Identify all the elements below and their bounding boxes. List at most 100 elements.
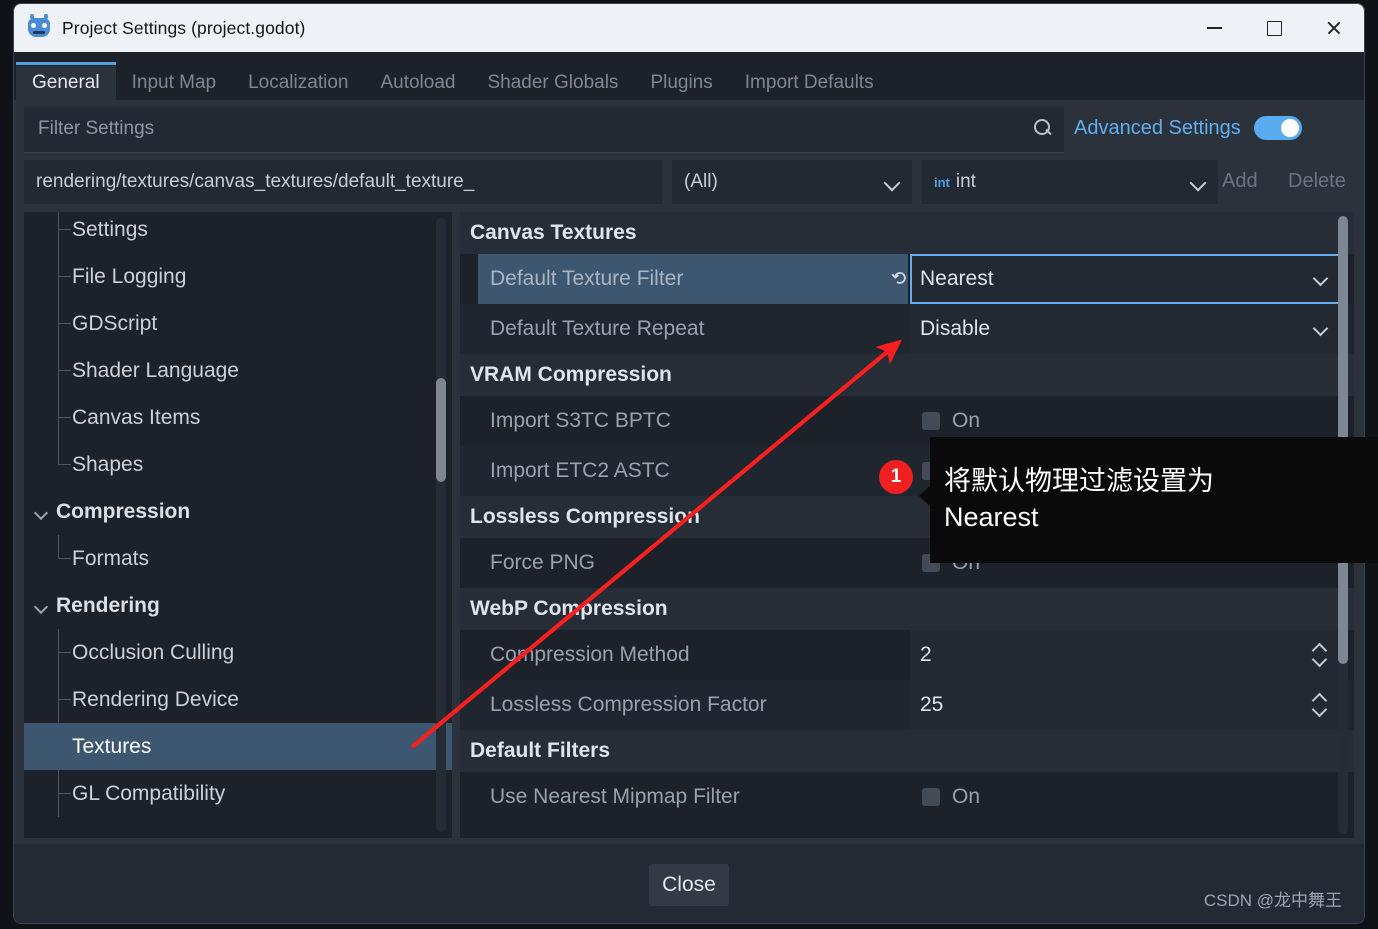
sidebar-item-label: Canvas Items (72, 405, 201, 429)
tree-scrollbar[interactable] (436, 218, 446, 832)
section-label: VRAM Compression (470, 363, 672, 386)
sidebar-item-shapes[interactable]: Shapes (24, 441, 452, 488)
property-value: 2 (920, 643, 932, 666)
tree-guide-line (58, 212, 59, 253)
property-section-header: WebP Compression (460, 588, 1354, 630)
tab-localization[interactable]: Localization (232, 66, 364, 100)
tree-guide-line (58, 464, 71, 465)
property-row[interactable]: Default Texture Repeat Disable (460, 304, 1354, 354)
stepper-icon[interactable] (1311, 692, 1328, 718)
property-scope-value: (All) (684, 171, 718, 192)
sidebar-item-rendering-device[interactable]: Rendering Device (24, 676, 452, 723)
chevron-down-icon[interactable] (33, 505, 49, 521)
sidebar-item-label: Occlusion Culling (72, 640, 235, 664)
delete-property-button[interactable]: Delete (1288, 170, 1346, 193)
tab-general[interactable]: General (16, 62, 116, 100)
sidebar-item-settings[interactable]: Settings (24, 212, 452, 253)
property-label: Default Texture Filter (490, 267, 684, 290)
property-value: On (952, 409, 981, 432)
revert-icon[interactable] (890, 268, 910, 288)
property-label: Compression Method (490, 643, 690, 666)
sidebar-item-label: Settings (72, 217, 148, 241)
tree-guide-line (58, 323, 71, 324)
tree-guide-line (58, 746, 71, 747)
filter-settings-box[interactable] (24, 106, 1064, 153)
tab-plugins[interactable]: Plugins (634, 66, 728, 100)
property-value: Nearest (920, 267, 994, 290)
minimize-icon (1206, 27, 1222, 29)
tree-guide-line (58, 699, 71, 700)
chevron-down-icon[interactable] (33, 599, 49, 615)
sidebar-item-rendering[interactable]: Rendering (24, 582, 452, 629)
close-window-button[interactable] (1304, 4, 1364, 52)
property-enum-select[interactable]: Nearest (910, 254, 1342, 304)
property-path-field[interactable] (24, 160, 662, 204)
screenshot-root: Project Settings (project.godot) General… (0, 0, 1378, 929)
tab-autoload[interactable]: Autoload (364, 66, 471, 100)
tree-guide-line (58, 370, 71, 371)
property-checkbox[interactable]: On (910, 772, 1342, 822)
sidebar-item-label: GL Compatibility (72, 781, 226, 805)
sidebar-item-textures[interactable]: Textures (24, 723, 452, 770)
tab-import-defaults[interactable]: Import Defaults (729, 66, 890, 100)
tab-shader-globals[interactable]: Shader Globals (471, 66, 634, 100)
property-label: Force PNG (490, 551, 596, 574)
add-property-button[interactable]: Add (1222, 170, 1258, 193)
sidebar-item-occlusion-culling[interactable]: Occlusion Culling (24, 629, 452, 676)
maximize-button[interactable] (1244, 4, 1304, 52)
property-value: Disable (920, 317, 991, 340)
tree-scrollbar-thumb[interactable] (436, 378, 446, 482)
property-value: On (952, 785, 981, 808)
chevron-down-icon (1189, 174, 1207, 192)
property-path-input[interactable] (34, 170, 656, 194)
sidebar-item-shader-language[interactable]: Shader Language (24, 347, 452, 394)
property-label: Default Texture Repeat (490, 317, 705, 340)
checkbox-icon[interactable] (922, 788, 940, 806)
settings-category-tree[interactable]: Settings File Logging GDScript Shader Langu… (24, 212, 452, 838)
window-controls (1184, 4, 1364, 52)
property-number-field[interactable]: 2 (910, 630, 1342, 680)
filter-settings-input[interactable] (36, 117, 1000, 141)
property-type-select[interactable]: int int (922, 160, 1218, 204)
advanced-settings-control[interactable]: Advanced Settings (1074, 116, 1302, 140)
tree-guide-line (58, 535, 59, 559)
property-row[interactable]: Use Nearest Mipmap Filter On (460, 772, 1354, 822)
tree-guide-line (58, 793, 71, 794)
checkbox-icon[interactable] (922, 412, 940, 430)
dialog-footer: Close CSDN @龙中舞王 (14, 844, 1364, 923)
property-label: Import S3TC BPTC (490, 409, 671, 432)
property-section-header: Default Filters (460, 730, 1354, 772)
section-label: Lossless Compression (470, 505, 700, 528)
advanced-settings-toggle[interactable] (1253, 116, 1302, 140)
stepper-icon[interactable] (1311, 642, 1328, 668)
property-row[interactable]: Default Texture Filter Nearest (460, 254, 1354, 304)
advanced-settings-label: Advanced Settings (1074, 116, 1241, 139)
property-scope-select[interactable]: (All) (672, 160, 912, 204)
property-row[interactable]: Compression Method 2 (460, 630, 1354, 680)
sidebar-item-label: File Logging (72, 264, 187, 288)
section-label: WebP Compression (470, 597, 668, 620)
sidebar-item-label: Textures (72, 734, 152, 758)
sidebar-item-canvas-items[interactable]: Canvas Items (24, 394, 452, 441)
minimize-button[interactable] (1184, 4, 1244, 52)
sidebar-item-gdscript[interactable]: GDScript (24, 300, 452, 347)
close-button[interactable]: Close (649, 864, 729, 906)
search-icon (1034, 119, 1052, 137)
chevron-down-icon (883, 174, 901, 192)
sidebar-item-gl-compatibility[interactable]: GL Compatibility (24, 770, 452, 817)
property-label: Use Nearest Mipmap Filter (490, 785, 740, 808)
property-value: 25 (920, 693, 944, 716)
sidebar-item-file-logging[interactable]: File Logging (24, 253, 452, 300)
property-row[interactable]: Lossless Compression Factor 25 (460, 680, 1354, 730)
sidebar-item-formats[interactable]: Formats (24, 535, 452, 582)
property-type-value: int (955, 171, 976, 192)
sidebar-item-label: GDScript (72, 311, 158, 335)
category-tree-list: Settings File Logging GDScript Shader Langu… (24, 212, 452, 817)
property-enum-select[interactable]: Disable (910, 304, 1342, 354)
tab-input-map[interactable]: Input Map (116, 66, 233, 100)
property-section-header: Canvas Textures (460, 212, 1354, 254)
property-number-field[interactable]: 25 (910, 680, 1342, 730)
tree-guide-line (58, 276, 71, 277)
sidebar-item-compression[interactable]: Compression (24, 488, 452, 535)
property-section-header: VRAM Compression (460, 354, 1354, 396)
